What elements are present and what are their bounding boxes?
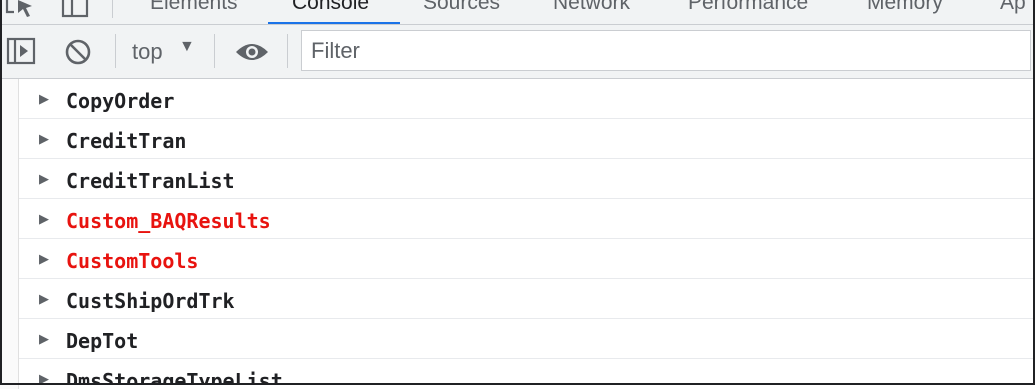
console-toolbar: top ▼ (0, 25, 1035, 79)
entry-label: DmsStorageTypeList (66, 369, 283, 385)
tab-separator (112, 0, 113, 18)
toolbar-separator (287, 34, 288, 68)
tab-elements[interactable]: Elements (150, 0, 238, 24)
tab-sources[interactable]: Sources (423, 0, 500, 24)
expand-triangle-icon[interactable]: ▶ (39, 131, 49, 147)
tab-memory[interactable]: Memory (867, 0, 943, 24)
list-item[interactable]: ▶ DmsStorageTypeList (19, 359, 1035, 385)
toolbar-separator (115, 34, 116, 68)
live-expression-icon[interactable] (234, 40, 270, 69)
list-item[interactable]: ▶ CreditTranList (19, 159, 1035, 199)
list-item[interactable]: ▶ CustShipOrdTrk (19, 279, 1035, 319)
console-gutter (0, 79, 19, 389)
entry-label: CustomTools (66, 249, 199, 273)
tab-network[interactable]: Network (553, 0, 630, 24)
entry-label: Custom_BAQResults (66, 209, 271, 233)
list-item[interactable]: ▶ DepTot (19, 319, 1035, 359)
entry-label: CreditTran (66, 129, 187, 153)
expand-triangle-icon[interactable]: ▶ (39, 371, 49, 385)
show-sidebar-icon[interactable] (6, 37, 38, 72)
expand-triangle-icon[interactable]: ▶ (39, 291, 49, 307)
expand-triangle-icon[interactable]: ▶ (39, 211, 49, 227)
filter-input[interactable] (301, 30, 1031, 71)
inspect-element-icon[interactable] (4, 0, 38, 24)
list-item[interactable]: ▶ Custom_BAQResults (19, 199, 1035, 239)
list-item[interactable]: ▶ CustomTools (19, 239, 1035, 279)
tab-console[interactable]: Console (268, 0, 400, 24)
expand-triangle-icon[interactable]: ▶ (39, 251, 49, 267)
expand-triangle-icon[interactable]: ▶ (39, 91, 49, 107)
expand-triangle-icon[interactable]: ▶ (39, 171, 49, 187)
tab-performance[interactable]: Performance (688, 0, 808, 24)
entry-label: CustShipOrdTrk (66, 289, 235, 313)
device-toggle-icon[interactable] (60, 0, 92, 24)
chevron-down-icon[interactable]: ▼ (179, 38, 195, 56)
devtools-tabbar: Elements Console Sources Network Perform… (0, 0, 1035, 25)
clear-console-icon[interactable] (64, 38, 92, 71)
entry-label: CreditTranList (66, 169, 235, 193)
expand-triangle-icon[interactable]: ▶ (39, 331, 49, 347)
context-selector[interactable]: top (132, 39, 163, 65)
entry-label: CopyOrder (66, 89, 175, 113)
list-item[interactable]: ▶ CopyOrder (19, 79, 1035, 119)
list-item[interactable]: ▶ CreditTran (19, 119, 1035, 159)
entry-label: DepTot (66, 329, 139, 353)
tab-application[interactable]: Ap (1000, 0, 1026, 24)
toolbar-separator (214, 34, 215, 68)
